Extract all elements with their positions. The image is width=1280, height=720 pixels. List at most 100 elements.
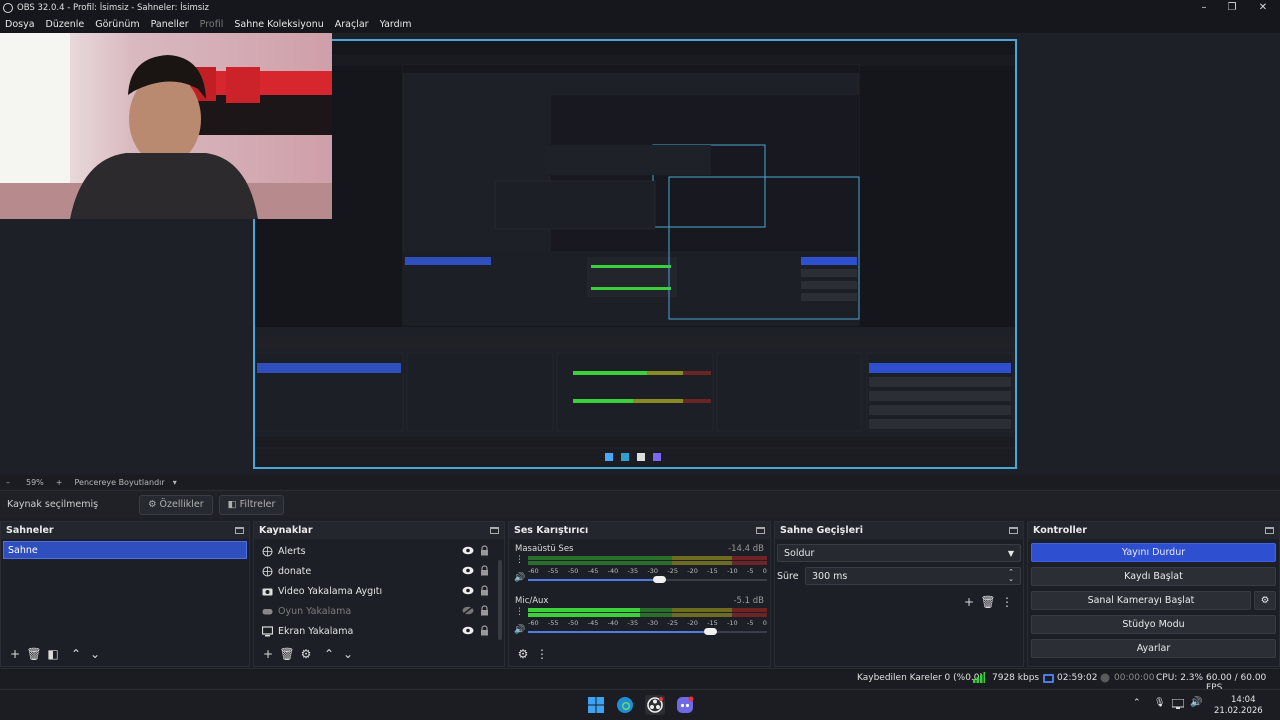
lock-icon[interactable] <box>480 605 489 616</box>
undock-icon[interactable] <box>1265 527 1274 534</box>
close-button[interactable]: ✕ <box>1246 0 1280 15</box>
menu-profile[interactable]: Profil <box>200 19 224 30</box>
eye-icon[interactable] <box>462 566 474 575</box>
undock-icon[interactable] <box>756 527 765 534</box>
gear-icon[interactable]: ⚙ <box>297 645 315 663</box>
eye-hidden-icon[interactable] <box>462 606 474 615</box>
meter-ticks: -60 -55 -50 -45 -40 -35 -30 -25 -20 -15 -10 -5 0 <box>528 619 767 627</box>
stop-streaming-button[interactable]: Yayını Durdur <box>1031 543 1276 562</box>
kebab-menu-icon[interactable]: ⋮ <box>515 555 524 565</box>
microphone-icon[interactable]: 🎙 <box>1154 698 1165 708</box>
eye-icon[interactable] <box>462 626 474 635</box>
start-recording-button[interactable]: Kaydı Başlat <box>1031 567 1276 586</box>
clock-date[interactable]: 21.02.2026 <box>1214 706 1263 716</box>
source-item-donate[interactable]: donate <box>254 561 504 581</box>
zoom-dropdown-icon[interactable]: ▾ <box>173 478 177 487</box>
source-toolbar: Kaynak seçilmemiş ⚙ Özellikler ◧ Filtrel… <box>0 490 1280 518</box>
window-title: OBS 32.0.4 - Profil: İsimsiz - Sahneler:… <box>17 2 209 13</box>
add-transition-button[interactable]: + <box>960 593 978 611</box>
network-icon[interactable] <box>1172 699 1184 709</box>
volume-icon[interactable]: 🔊 <box>1190 697 1202 708</box>
kebab-menu-icon[interactable]: ⋮ <box>533 645 551 663</box>
volume-knob[interactable] <box>703 628 717 635</box>
speaker-icon[interactable]: 🔊 <box>514 625 525 635</box>
gear-icon[interactable]: ⚙ <box>1254 591 1276 610</box>
lock-icon[interactable] <box>480 565 489 576</box>
zoom-value: 59% <box>26 477 44 487</box>
fit-window-label[interactable]: Pencereye Boyutlandır <box>74 478 164 487</box>
trash-icon[interactable]: 🗑 <box>25 645 43 663</box>
tray-chevron-up-icon[interactable]: ⌃ <box>1133 698 1141 708</box>
zoom-out-button[interactable]: – <box>6 478 10 487</box>
add-source-button[interactable]: + <box>259 645 277 663</box>
trash-icon[interactable]: 🗑 <box>979 593 997 611</box>
menu-tools[interactable]: Araçlar <box>335 19 369 30</box>
lock-icon[interactable] <box>480 625 489 636</box>
scenes-toolbar: + 🗑 ◧ ⌃ ⌄ <box>1 642 249 666</box>
windows-start-icon[interactable] <box>586 695 606 715</box>
sources-header: Kaynaklar <box>254 522 504 539</box>
duration-input[interactable]: 300 ms ⌃ ⌄ <box>805 567 1021 585</box>
move-down-icon[interactable]: ⌄ <box>86 645 104 663</box>
channel-db: -14.4 dB <box>728 543 764 554</box>
menu-bar: Dosya Düzenle Görünüm Paneller Profil Sa… <box>0 15 1280 33</box>
mixer-title: Ses Karıştırıcı <box>514 525 589 536</box>
source-label: Ekran Yakalama <box>278 625 354 637</box>
menu-edit[interactable]: Düzenle <box>46 19 85 30</box>
undock-icon[interactable] <box>235 527 244 534</box>
properties-label: Özellikler <box>159 499 204 510</box>
mixer-header: Ses Karıştırıcı <box>509 522 770 539</box>
kebab-menu-icon[interactable]: ⋮ <box>515 607 524 617</box>
status-bar: Kaybedilen Kareler 0 (%0.0) 7928 kbps 02… <box>0 668 1280 693</box>
edge-browser-icon[interactable] <box>615 695 635 715</box>
start-virtual-camera-button[interactable]: Sanal Kamerayı Başlat <box>1031 591 1251 610</box>
transition-select[interactable]: Soldur ▼ <box>777 544 1021 562</box>
eye-icon[interactable] <box>462 546 474 555</box>
bitrate: 7928 kbps <box>992 673 1040 683</box>
lock-icon[interactable] <box>480 545 489 556</box>
scenes-dock: Sahneler Sahne + 🗑 ◧ ⌃ ⌄ <box>0 521 250 667</box>
eye-icon[interactable] <box>462 586 474 595</box>
advanced-audio-icon[interactable]: ⚙ <box>514 645 532 663</box>
discord-icon[interactable] <box>675 695 695 715</box>
properties-button[interactable]: ⚙ Özellikler <box>139 494 213 515</box>
maximize-button[interactable]: ❐ <box>1215 0 1249 15</box>
lock-icon[interactable] <box>480 585 489 596</box>
clock-time[interactable]: 14:04 <box>1231 695 1256 705</box>
studio-mode-button[interactable]: Stüdyo Modu <box>1031 615 1276 634</box>
volume-slider[interactable]: 🔊 <box>514 573 767 585</box>
move-down-icon[interactable]: ⌄ <box>339 645 357 663</box>
volume-knob[interactable] <box>653 576 667 583</box>
menu-view[interactable]: Görünüm <box>95 19 139 30</box>
menu-docks[interactable]: Paneller <box>151 19 189 30</box>
trash-icon[interactable]: 🗑 <box>278 645 296 663</box>
undock-icon[interactable] <box>490 527 499 534</box>
volume-slider[interactable]: 🔊 <box>514 625 767 637</box>
scene-item[interactable]: Sahne <box>3 541 247 559</box>
source-item-video-capture[interactable]: Video Yakalama Aygıtı <box>254 581 504 601</box>
undock-icon[interactable] <box>1009 527 1018 534</box>
filters-button[interactable]: ◧ Filtreler <box>218 494 285 515</box>
duration-label: Süre <box>777 570 799 582</box>
source-item-alerts[interactable]: Alerts <box>254 541 504 561</box>
sources-title: Kaynaklar <box>259 525 313 536</box>
source-item-game-capture[interactable]: Oyun Yakalama <box>254 601 504 621</box>
stream-time: 02:59:02 <box>1057 673 1098 683</box>
move-up-icon[interactable]: ⌃ <box>320 645 338 663</box>
scene-filters-icon[interactable]: ◧ <box>44 645 62 663</box>
sources-scrollbar[interactable] <box>498 560 502 640</box>
move-up-icon[interactable]: ⌃ <box>67 645 85 663</box>
spin-icon[interactable]: ⌃ ⌄ <box>1008 569 1014 583</box>
menu-file[interactable]: Dosya <box>5 19 35 30</box>
program-preview-canvas[interactable] <box>253 39 1017 469</box>
menu-help[interactable]: Yardım <box>380 19 412 30</box>
obs-taskbar-icon[interactable] <box>645 695 665 715</box>
menu-scene-collection[interactable]: Sahne Koleksiyonu <box>234 19 323 30</box>
source-item-display-capture[interactable]: Ekran Yakalama <box>254 621 504 641</box>
zoom-in-button[interactable]: + <box>56 478 63 487</box>
settings-button[interactable]: Ayarlar <box>1031 639 1276 658</box>
chevron-down-icon: ▼ <box>1007 548 1014 558</box>
speaker-icon[interactable]: 🔊 <box>514 573 525 583</box>
kebab-menu-icon[interactable]: ⋮ <box>998 593 1016 611</box>
add-scene-button[interactable]: + <box>6 645 24 663</box>
